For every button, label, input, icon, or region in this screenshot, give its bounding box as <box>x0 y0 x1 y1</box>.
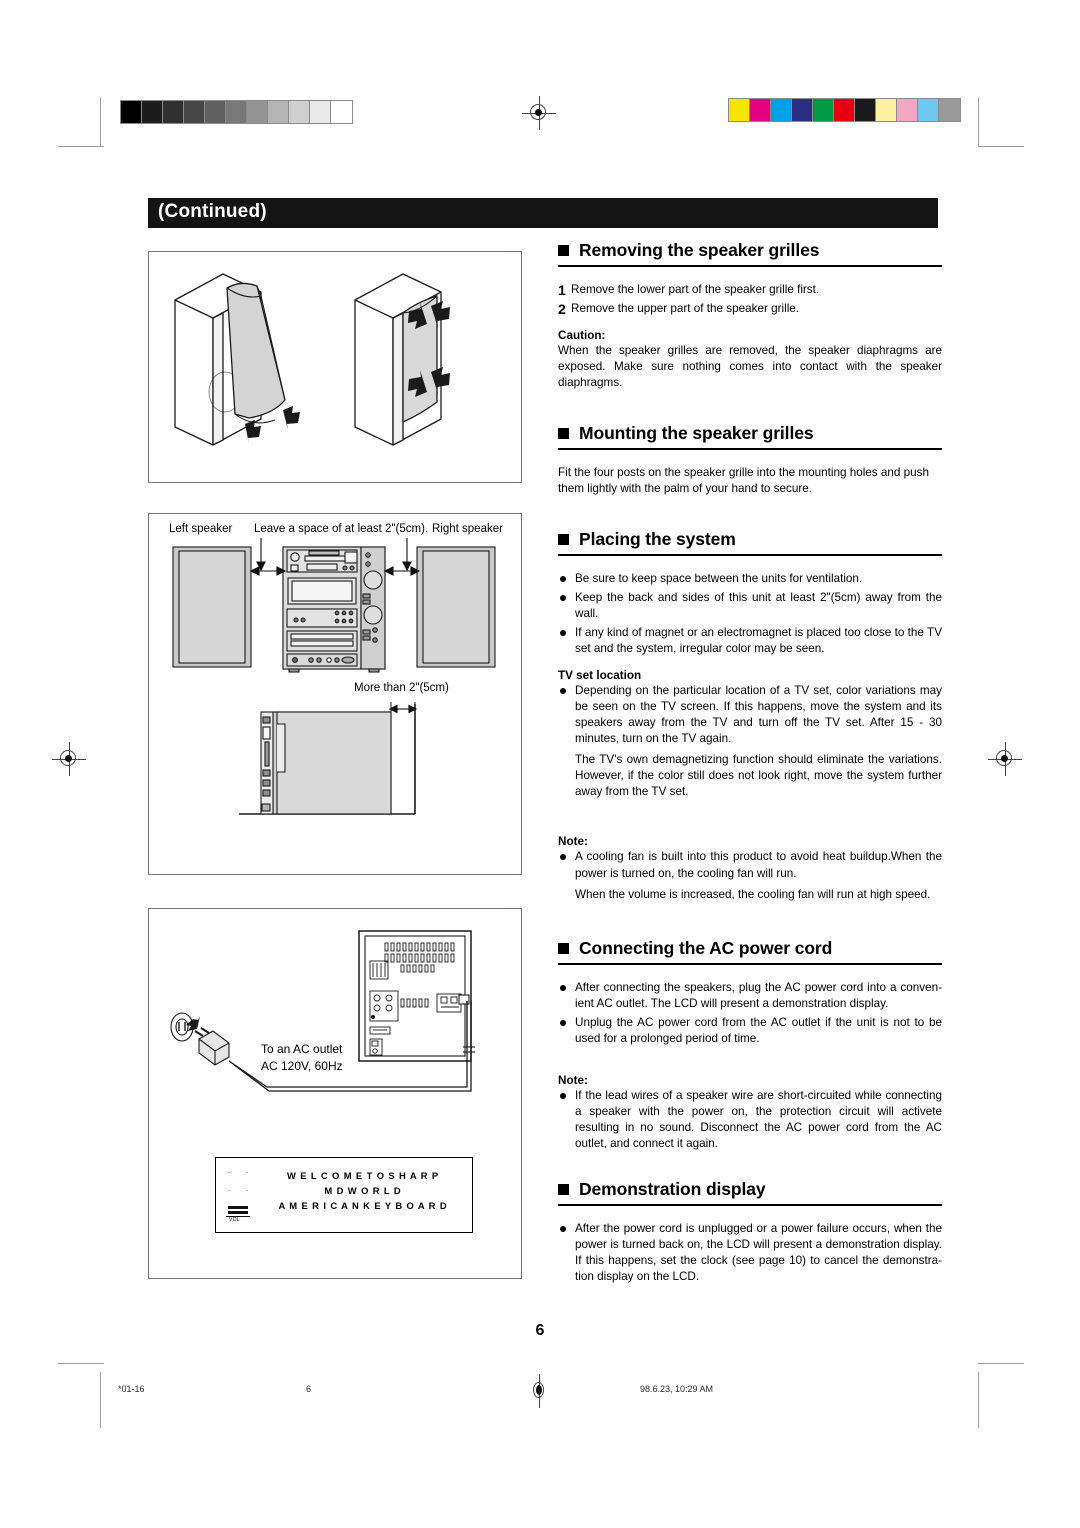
system-placement-illustration <box>172 538 496 815</box>
section-placing-the-system: Placing the system Be sure to keep space… <box>558 529 942 902</box>
list-item: Unplug the AC power cord from the AC out… <box>558 1015 942 1047</box>
square-bullet-icon <box>558 245 569 256</box>
tv-set-location-list: Depending on the particular location of … <box>558 683 942 800</box>
connecting-note-list: If the lead wires of a speaker wire are … <box>558 1088 942 1152</box>
step-item: 1 Remove the lower part of the speaker g… <box>558 282 942 299</box>
heading-text: Removing the speaker grilles <box>579 240 820 260</box>
note-label-placing: Note: <box>558 835 588 849</box>
continued-label: (Continued) <box>158 201 267 222</box>
section-removing-speaker-grilles: Removing the speaker grilles 1 Remove th… <box>558 240 942 391</box>
lcd-volume-indicator: VOL <box>226 1206 250 1223</box>
list-item: If any kind of magnet or an electromagne… <box>558 625 942 657</box>
list-item-text: Depending on the particular location of … <box>575 684 942 746</box>
caption-ac-outlet-line2: AC 120V, 60Hz <box>261 1059 343 1073</box>
lcd-dot-marker-2: . <box>246 1166 249 1175</box>
placing-bullet-list: Be sure to keep space between the units … <box>558 571 942 657</box>
lcd-line-3: A M E R I C A N K E Y B O A R D <box>278 1200 448 1212</box>
list-item-text: A cooling fan is built into this product… <box>575 850 942 880</box>
tv-set-location-label: TV set location <box>558 669 642 683</box>
caution-label: Caution: <box>558 328 606 342</box>
step-number: 2 <box>558 300 566 317</box>
square-bullet-icon <box>558 1183 569 1195</box>
section-connecting-ac-power-cord: Connecting the AC power cord After conne… <box>558 938 942 1152</box>
lcd-dot-marker-3: . <box>228 1184 231 1193</box>
heading-placing-the-system: Placing the system <box>558 529 942 557</box>
footer-timestamp: 98.6.23, 10:29 AM <box>640 1384 714 1394</box>
caption-leave-space: Leave a space of at least 2"(5cm). <box>254 523 429 535</box>
demonstration-bullet-list: After the power cord is unplugged or a p… <box>558 1221 942 1285</box>
lcd-demonstration-panel: . . . . VOL W E L C O M E T O S H A R P … <box>215 1157 473 1233</box>
caution-text: When the speaker grilles are removed, th… <box>558 343 942 389</box>
footer-page-token: 6 <box>306 1384 312 1394</box>
caption-right-speaker: Right speaker <box>432 523 503 535</box>
footer-left-code: *01-16 <box>118 1384 145 1394</box>
list-item: Be sure to keep space between the units … <box>558 571 942 587</box>
list-item: If the lead wires of a speaker wire are … <box>558 1088 942 1152</box>
heading-text: Placing the system <box>579 529 736 550</box>
list-item: Depending on the particular location of … <box>558 683 942 800</box>
list-item-paragraph: The TV's own demagnetizing function shou… <box>575 753 942 799</box>
step-text: Remove the lower part of the speaker gri… <box>571 283 820 296</box>
heading-removing-speaker-grilles: Removing the speaker grilles <box>558 240 942 267</box>
lcd-line-1: W E L C O M E T O S H A R P <box>286 1170 440 1181</box>
lcd-dot-marker-4: . <box>246 1184 249 1193</box>
lcd-dot-marker-1: . <box>228 1166 231 1175</box>
heading-text: Mounting the speaker grilles <box>579 423 814 444</box>
mounting-body-text: Fit the four posts on the speaker grille… <box>558 466 929 496</box>
caption-more-than: More than 2"(5cm) <box>354 682 449 694</box>
list-item: After connecting the speakers, plug the … <box>558 980 942 1012</box>
caption-ac-outlet-line1: To an AC outlet <box>261 1042 343 1056</box>
list-item: A cooling fan is built into this product… <box>558 849 942 902</box>
section-demonstration-display: Demonstration display After the power co… <box>558 1179 942 1285</box>
list-item-paragraph: When the volume is increased, the coolin… <box>575 887 931 901</box>
heading-connecting-ac-power-cord: Connecting the AC power cord <box>558 938 942 965</box>
list-item: After the power cord is unplugged or a p… <box>558 1221 942 1285</box>
placing-note-list: A cooling fan is built into this product… <box>558 849 942 902</box>
lcd-vol-label: VOL <box>229 1217 240 1223</box>
square-bullet-icon <box>558 428 569 440</box>
manual-page: (Continued) Left speaker Leave a space o… <box>0 0 1080 1528</box>
speaker-grille-illustration <box>174 273 450 446</box>
step-number: 1 <box>558 282 566 298</box>
heading-demonstration-display: Demonstration display <box>558 1179 942 1206</box>
connecting-bullet-list: After connecting the speakers, plug the … <box>558 980 942 1047</box>
caption-left-speaker: Left speaker <box>169 523 233 535</box>
instruction-text-column: Removing the speaker grilles 1 Remove th… <box>558 240 942 1288</box>
figure-placing-the-system: Left speaker Leave a space of at least 2… <box>148 513 522 875</box>
ac-power-cord-illustration <box>170 930 475 1092</box>
section-mounting-speaker-grilles: Mounting the speaker grilles Fit the fou… <box>558 423 942 497</box>
step-text: Remove the upper part of the speaker gri… <box>571 301 800 315</box>
heading-text: Connecting the AC power cord <box>579 937 833 958</box>
heading-mounting-speaker-grilles: Mounting the speaker grilles <box>558 423 942 451</box>
square-bullet-icon <box>558 942 569 954</box>
figure-speaker-grille-removal <box>148 251 522 483</box>
note-label-connecting: Note: <box>558 1073 588 1087</box>
square-bullet-icon <box>558 534 569 546</box>
list-item: Keep the back and sides of this unit at … <box>558 590 942 622</box>
heading-text: Demonstration display <box>579 1178 766 1199</box>
lcd-line-2: M D W O R L D <box>324 1185 402 1197</box>
step-item: 2 Remove the upper part of the speaker g… <box>558 301 942 318</box>
page-number: 6 <box>535 1322 545 1339</box>
continued-header-bar: (Continued) <box>148 198 938 228</box>
lcd-text-block: W E L C O M E T O S H A R P M D W O R L … <box>260 1168 466 1214</box>
